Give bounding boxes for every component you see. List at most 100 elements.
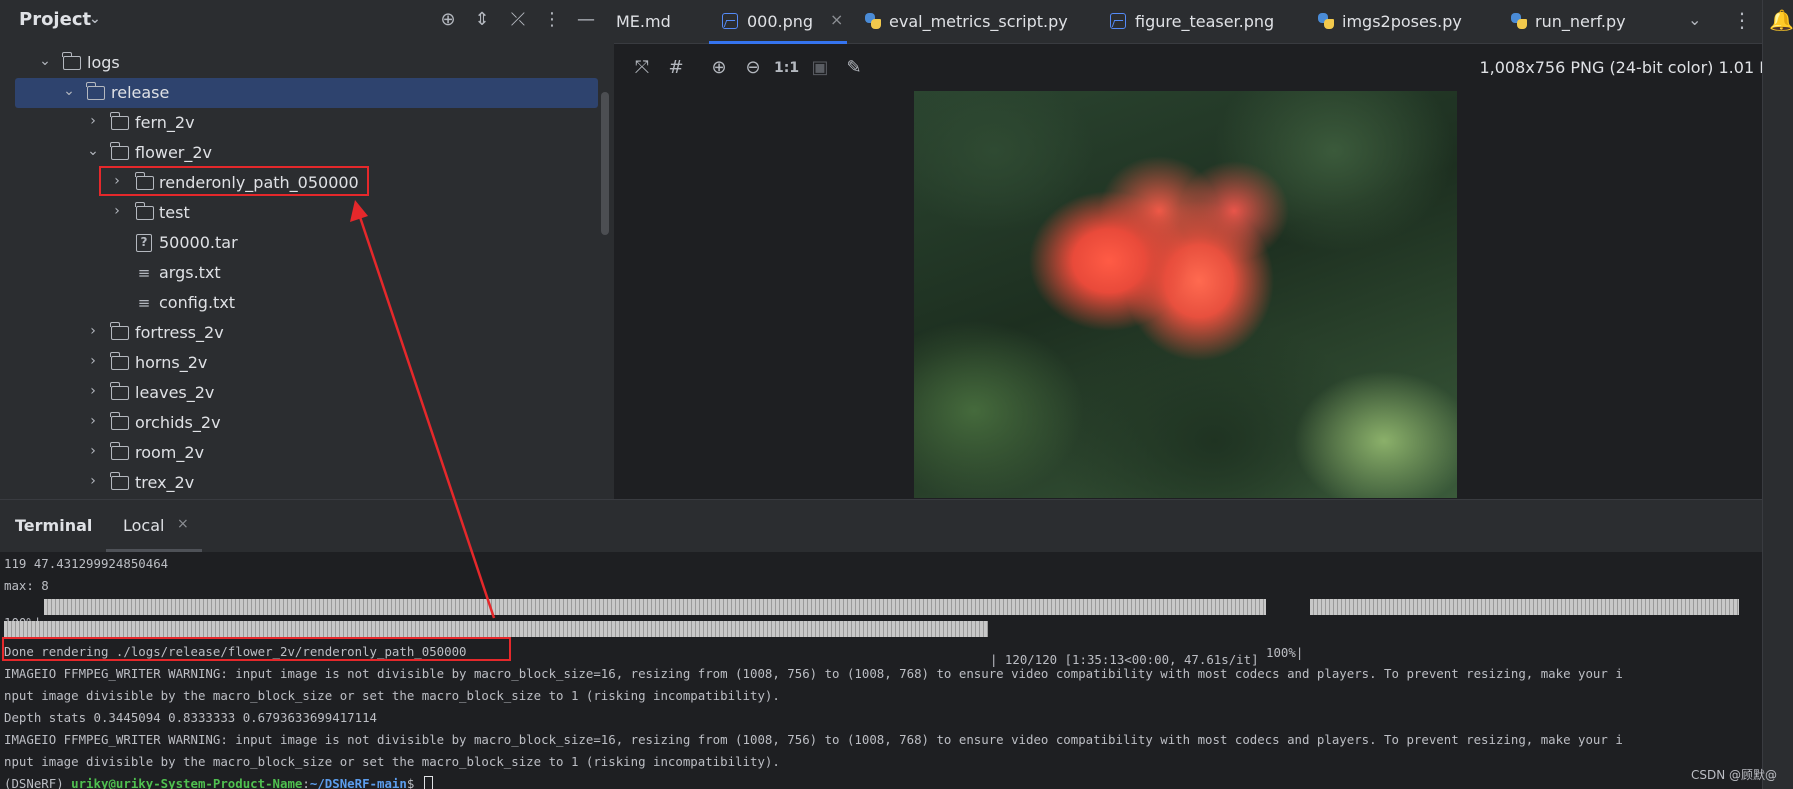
folder-icon — [110, 442, 129, 460]
close-tab-icon[interactable]: × — [177, 516, 189, 532]
project-view-selector[interactable]: Project ⌄ — [19, 9, 101, 30]
options-icon[interactable]: ⋮ — [540, 8, 564, 32]
terminal-line: IMAGEIO FFMPEG_WRITER WARNING: input ima… — [4, 732, 1623, 747]
folder-icon — [110, 382, 129, 400]
tree-item-logs[interactable]: ⌄ logs — [15, 48, 598, 78]
tree-item-label: trex_2v — [135, 473, 195, 492]
terminal-title: Terminal — [15, 516, 93, 535]
color-picker-icon[interactable]: ✎ — [842, 56, 866, 80]
tab-figure-teaser-png[interactable]: figure_teaser.png — [1110, 0, 1280, 44]
tree-item-config-txt[interactable]: ≡ config.txt — [15, 288, 598, 318]
tab-run-nerf-py[interactable]: run_nerf.py — [1510, 0, 1650, 44]
tree-item-50000-tar[interactable]: ? 50000.tar — [15, 228, 598, 258]
chevron-right-icon[interactable]: › — [86, 113, 100, 133]
tree-item-label: logs — [87, 53, 120, 72]
python-file-icon — [864, 12, 882, 30]
tree-item-label: leaves_2v — [135, 383, 215, 402]
expand-all-icon[interactable]: ⇕ — [470, 8, 494, 32]
progress-stats: | 120/120 [1:35:13<00:00, 47.61s/it] — [990, 652, 1259, 667]
tab-000-png[interactable]: 000.png × — [722, 0, 852, 44]
tree-item-test[interactable]: › test — [15, 198, 598, 228]
tab-label: eval_metrics_script.py — [889, 12, 1068, 31]
tab-readme[interactable]: ME.md — [614, 0, 704, 44]
annotation-highlight-box — [99, 166, 369, 196]
notifications-bell-icon[interactable]: 🔔 — [1769, 8, 1793, 32]
project-panel: Project ⌄ ⊕ ⇕ ⤫ ⋮ — ⌄ logs ⌄ release › f… — [0, 0, 614, 499]
fit-to-window-icon[interactable]: ⤧ — [630, 56, 654, 80]
tree-item-label: room_2v — [135, 443, 205, 462]
editor-tabs: ME.md 000.png × eval_metrics_script.py f… — [614, 0, 1793, 44]
active-tab-indicator — [709, 41, 847, 44]
tree-item-label: config.txt — [159, 293, 236, 312]
zoom-out-icon[interactable]: ⊖ — [741, 56, 765, 80]
folder-icon — [135, 202, 154, 220]
terminal-line: IMAGEIO FFMPEG_WRITER WARNING: input ima… — [4, 666, 1623, 681]
folder-icon — [110, 112, 129, 130]
tab-label: run_nerf.py — [1535, 12, 1626, 31]
folder-icon — [86, 82, 105, 100]
chevron-down-icon[interactable]: ⌄ — [86, 143, 100, 163]
text-file-icon: ≡ — [137, 264, 151, 282]
grid-icon[interactable]: # — [664, 56, 688, 80]
tab-eval-metrics-script-py[interactable]: eval_metrics_script.py — [864, 0, 1104, 44]
terminal-cursor — [423, 776, 433, 789]
tree-item-label: fortress_2v — [135, 323, 224, 342]
terminal-line: max: 8 — [4, 578, 49, 593]
watermark: CSDN @顾默@ — [1691, 768, 1778, 782]
progress-bar — [44, 599, 1266, 615]
right-tool-strip: 🔔 — [1762, 0, 1793, 789]
chevron-right-icon[interactable]: › — [110, 203, 124, 223]
locate-icon[interactable]: ⊕ — [436, 8, 460, 32]
tree-scrollbar[interactable] — [601, 92, 609, 235]
terminal-progress-line: | 120/120 [1:35:13<00:00, 47.61s/it] — [4, 621, 1754, 667]
folder-icon — [110, 472, 129, 490]
terminal-output[interactable]: 119 47.431299924850464 max: 8 100%| 100%… — [0, 552, 1762, 789]
terminal-line: Depth stats 0.3445094 0.8333333 0.679363… — [4, 710, 377, 725]
chevron-right-icon[interactable]: › — [86, 473, 100, 493]
chevron-down-icon[interactable]: ⌄ — [38, 53, 52, 73]
chevron-right-icon[interactable]: › — [86, 353, 100, 373]
chevron-down-icon[interactable]: ⌄ — [1688, 10, 1701, 29]
background-icon[interactable]: ▣ — [808, 56, 832, 80]
tree-item-label: fern_2v — [135, 113, 195, 132]
prompt-symbol: $ — [406, 776, 422, 789]
image-file-icon — [722, 13, 738, 29]
tree-item-args-txt[interactable]: ≡ args.txt — [15, 258, 598, 288]
chevron-down-icon: ⌄ — [89, 11, 101, 27]
actual-size-button[interactable]: 1:1 — [774, 56, 799, 80]
folder-icon — [110, 142, 129, 160]
chevron-right-icon[interactable]: › — [86, 443, 100, 463]
tab-local[interactable]: Local — [123, 516, 164, 535]
tree-item-fern-2v[interactable]: › fern_2v — [15, 108, 598, 138]
tree-item-label: flower_2v — [135, 143, 213, 162]
tree-item-fortress-2v[interactable]: › fortress_2v — [15, 318, 598, 348]
tree-item-orchids-2v[interactable]: › orchids_2v — [15, 408, 598, 438]
tab-label: imgs2poses.py — [1342, 12, 1462, 31]
tree-item-room-2v[interactable]: › room_2v — [15, 438, 598, 468]
image-preview — [914, 91, 1457, 498]
tree-item-horns-2v[interactable]: › horns_2v — [15, 348, 598, 378]
tree-item-label: args.txt — [159, 263, 221, 282]
collapse-all-icon[interactable]: ⤫ — [506, 8, 530, 32]
folder-icon — [110, 412, 129, 430]
tree-item-label: 50000.tar — [159, 233, 238, 252]
tree-item-release[interactable]: ⌄ release — [15, 78, 598, 108]
chevron-down-icon[interactable]: ⌄ — [62, 83, 76, 103]
prompt-separator: : — [302, 776, 310, 789]
chevron-right-icon[interactable]: › — [86, 383, 100, 403]
more-options-icon[interactable]: ⋮ — [1732, 8, 1752, 32]
tree-item-label: horns_2v — [135, 353, 208, 372]
python-file-icon — [1317, 12, 1335, 30]
zoom-in-icon[interactable]: ⊕ — [707, 56, 731, 80]
tree-item-trex-2v[interactable]: › trex_2v — [15, 468, 598, 498]
project-header: Project ⌄ ⊕ ⇕ ⤫ ⋮ — — [0, 0, 614, 40]
chevron-right-icon[interactable]: › — [86, 413, 100, 433]
terminal-prompt[interactable]: (DSNeRF) uriky@uriky-System-Product-Name… — [4, 776, 433, 789]
hide-panel-icon[interactable]: — — [574, 8, 598, 32]
tree-item-flower-2v[interactable]: ⌄ flower_2v — [15, 138, 598, 168]
image-info: 1,008x756 PNG (24-bit color) 1.01 MB — [1479, 58, 1784, 77]
tab-imgs2poses-py[interactable]: imgs2poses.py — [1317, 0, 1477, 44]
close-tab-icon[interactable]: × — [830, 10, 843, 29]
tree-item-leaves-2v[interactable]: › leaves_2v — [15, 378, 598, 408]
chevron-right-icon[interactable]: › — [86, 323, 100, 343]
